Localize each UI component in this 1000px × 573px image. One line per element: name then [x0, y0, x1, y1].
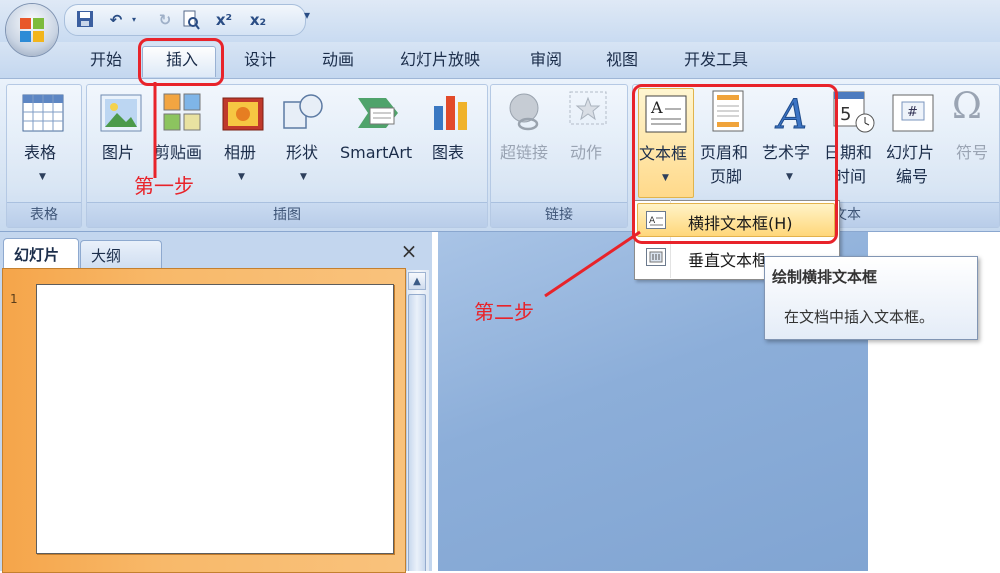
step2-highlight-box [632, 84, 838, 244]
step1-annotation: 第一步 [134, 174, 194, 198]
step2-annotation: 第二步 [474, 300, 534, 324]
step1-highlight-box [138, 38, 224, 86]
step2-pointer-line [544, 230, 641, 298]
